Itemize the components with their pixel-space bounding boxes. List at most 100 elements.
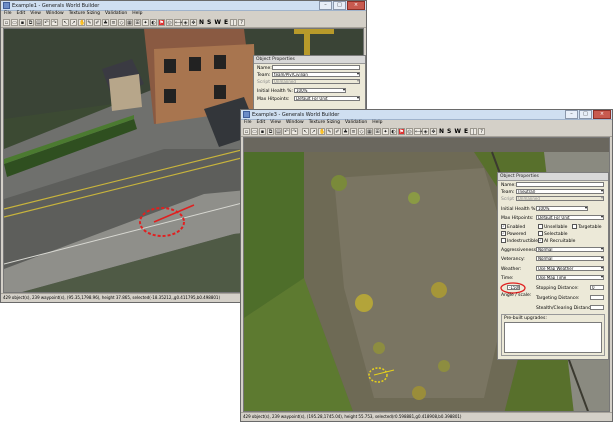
minimize-button[interactable]: – [565, 110, 578, 119]
prebuilt-upgrades-list[interactable] [504, 322, 602, 353]
brush-icon[interactable]: ✐ [94, 18, 101, 26]
area-icon[interactable]: ▦ [366, 127, 373, 135]
compass-north[interactable]: N [439, 128, 444, 135]
compass-west[interactable]: W [214, 19, 221, 26]
compass-north[interactable]: N [199, 19, 204, 26]
hitpoints-select[interactable]: Default For Unit [536, 215, 604, 220]
undo-icon[interactable]: ↶ [43, 18, 50, 26]
hitpoints-select[interactable]: Default For Unit [294, 96, 360, 101]
brush-icon[interactable]: ✐ [334, 127, 341, 135]
checkbox-targetable[interactable]: Targetable [572, 224, 602, 230]
road-icon[interactable]: ≡ [350, 127, 357, 135]
select-icon[interactable]: ↗ [70, 18, 77, 26]
close-button[interactable]: × [593, 110, 611, 119]
compass-south[interactable]: S [207, 19, 211, 26]
area-icon[interactable]: ▦ [126, 18, 133, 26]
title-bar[interactable]: Example3 - Generals World Builder – □ × [241, 110, 612, 120]
stealth-distance-field[interactable] [590, 305, 604, 310]
copy-icon[interactable]: ⧉ [267, 127, 274, 135]
redo-icon[interactable]: ↷ [291, 127, 298, 135]
checkbox-powered-box[interactable]: ✓ [501, 231, 506, 236]
toggle-icon[interactable]: | [470, 127, 478, 135]
tree-icon[interactable]: ♣ [102, 18, 109, 26]
compass-east[interactable]: E [464, 128, 468, 135]
save-icon[interactable]: ▪ [19, 18, 26, 26]
light-icon[interactable]: ✦ [142, 18, 149, 26]
move-icon[interactable]: ✥ [190, 18, 197, 26]
copy-icon[interactable]: ⧉ [27, 18, 34, 26]
close-button[interactable]: × [347, 1, 365, 10]
checkbox-selectable-box[interactable] [538, 231, 543, 236]
name-field[interactable] [272, 65, 360, 70]
checkbox-ai-recruitable-box[interactable]: ✓ [538, 238, 543, 243]
hand-icon[interactable]: ✋ [78, 18, 85, 26]
targeting-distance-field[interactable] [590, 295, 604, 300]
camera-icon[interactable]: ◎ [166, 18, 173, 26]
compass-east[interactable]: E [224, 19, 228, 26]
move-icon[interactable]: ✥ [430, 127, 437, 135]
waypoint-icon[interactable]: ◇ [358, 127, 365, 135]
pencil-icon[interactable]: ✎ [86, 18, 93, 26]
flag-icon[interactable]: ⚑ [398, 127, 405, 135]
fill-icon[interactable]: ◐ [390, 127, 397, 135]
tree-icon[interactable]: ♣ [342, 127, 349, 135]
checkbox-ai-recruitable[interactable]: ✓ AI Recruitable [538, 238, 575, 244]
aggressiveness-select[interactable]: Normal [536, 247, 604, 252]
redo-icon[interactable]: ↷ [51, 18, 58, 26]
pointer-icon[interactable]: ↖ [302, 127, 309, 135]
waypoint-icon[interactable]: ◇ [118, 18, 125, 26]
team-select[interactable]: team/PlyrCivilian [272, 72, 360, 77]
checkbox-targetable-box[interactable] [572, 224, 577, 229]
compass-south[interactable]: S [447, 128, 451, 135]
measure-icon[interactable]: ⟷ [414, 127, 422, 135]
checkbox-indestructible[interactable]: Indestructible [501, 238, 538, 244]
minimize-button[interactable]: – [319, 1, 332, 10]
open-icon[interactable]: ▭ [11, 18, 18, 26]
script-select[interactable]: Unmanned [516, 196, 604, 201]
measure-icon[interactable]: ⟷ [174, 18, 182, 26]
grid-icon[interactable]: ⊞ [134, 18, 141, 26]
maximize-button[interactable]: □ [333, 1, 346, 10]
weather-select[interactable]: Use Map Weather [536, 266, 604, 271]
help-icon[interactable]: ? [478, 127, 486, 135]
hand-icon[interactable]: ✋ [318, 127, 325, 135]
script-select[interactable]: Unmanned [272, 79, 360, 84]
checkbox-enabled-box[interactable]: ✓ [501, 224, 506, 229]
grid-icon[interactable]: ⊞ [374, 127, 381, 135]
checkbox-enabled[interactable]: ✓ Enabled [501, 224, 525, 230]
undo-icon[interactable]: ↶ [283, 127, 290, 135]
help-icon[interactable]: ? [238, 18, 246, 26]
time-select[interactable]: Use Map Time [536, 275, 604, 280]
flag-icon[interactable]: ⚑ [158, 18, 165, 26]
pencil-icon[interactable]: ✎ [326, 127, 333, 135]
health-select[interactable]: 100% [536, 206, 588, 211]
select-icon[interactable]: ↗ [310, 127, 317, 135]
veterancy-select[interactable]: Normal [536, 256, 604, 261]
road-icon[interactable]: ≡ [110, 18, 117, 26]
paste-icon[interactable]: ▤ [35, 18, 42, 26]
stopping-distance-field[interactable]: 0 [590, 285, 604, 290]
name-field[interactable] [516, 182, 604, 187]
checkbox-selectable[interactable]: Selectable [538, 231, 568, 237]
checkbox-unsellable-box[interactable] [538, 224, 543, 229]
object-icon[interactable]: ◈ [182, 18, 189, 26]
new-icon[interactable]: ▫ [3, 18, 10, 26]
compass-west[interactable]: W [454, 128, 461, 135]
title-bar[interactable]: Example1 - Generals World Builder – □ × [1, 1, 366, 11]
paste-icon[interactable]: ▤ [275, 127, 282, 135]
checkbox-indestructible-box[interactable] [501, 238, 506, 243]
checkbox-unsellable[interactable]: Unsellable [538, 224, 567, 230]
health-select[interactable]: 100% [294, 88, 346, 93]
fill-icon[interactable]: ◐ [150, 18, 157, 26]
save-icon[interactable]: ▪ [259, 127, 266, 135]
toggle-icon[interactable]: | [230, 18, 238, 26]
checkbox-powered[interactable]: ✓ Powered [501, 231, 526, 237]
open-icon[interactable]: ▭ [251, 127, 258, 135]
maximize-button[interactable]: □ [579, 110, 592, 119]
light-icon[interactable]: ✦ [382, 127, 389, 135]
object-icon[interactable]: ◈ [422, 127, 429, 135]
camera-icon[interactable]: ◎ [406, 127, 413, 135]
pointer-icon[interactable]: ↖ [62, 18, 69, 26]
new-icon[interactable]: ▫ [243, 127, 250, 135]
team-select[interactable]: (neutral) [516, 189, 604, 194]
